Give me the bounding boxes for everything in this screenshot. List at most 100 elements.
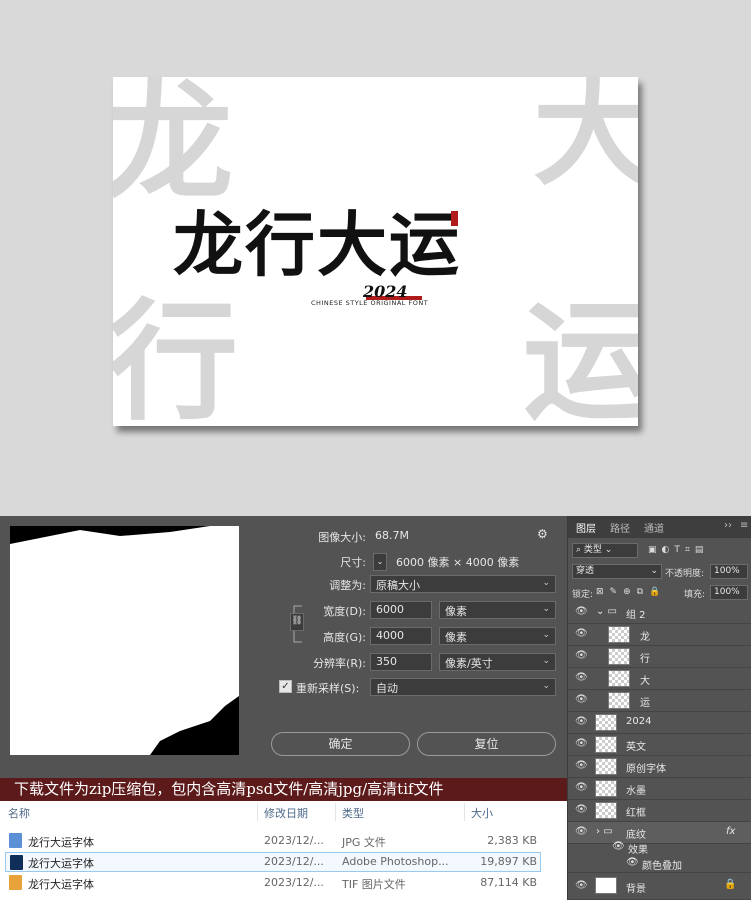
layer-row[interactable]: 👁 行 <box>568 646 751 668</box>
resample-checkbox[interactable]: ✓ <box>279 680 292 693</box>
layers-panel-tabs: 图层 路径 通道 ›› ≡ <box>568 516 751 538</box>
visibility-eye-icon[interactable]: 👁 <box>575 880 588 891</box>
column-header-type[interactable]: 类型 <box>342 805 364 821</box>
layer-thumbnail <box>595 802 617 819</box>
layer-row[interactable]: 👁 红框 <box>568 800 751 822</box>
column-header-modified[interactable]: 修改日期 <box>264 805 308 821</box>
file-type: TIF 图片文件 <box>342 878 406 891</box>
layer-row[interactable]: 👁 水墨 <box>568 778 751 800</box>
column-divider <box>464 803 465 821</box>
file-name: 龙行大运字体 <box>28 878 94 891</box>
layer-row[interactable]: 👁 大 <box>568 668 751 690</box>
visibility-eye-icon[interactable]: 👁 <box>575 672 588 683</box>
tab-paths[interactable]: 路径 <box>610 520 630 535</box>
height-unit-select[interactable]: 像素 ⌄ <box>439 627 556 645</box>
resample-label: 重新采样(S): <box>296 682 360 695</box>
chevron-down-icon: ⌄ <box>542 656 550 666</box>
layer-thumbnail <box>608 626 630 643</box>
artwork-title: 龙行大运 <box>173 203 461 286</box>
layer-filter-select[interactable]: ⌕ 类型 ⌄ <box>572 543 638 558</box>
column-header-name[interactable]: 名称 <box>8 805 30 821</box>
layer-name: 行 <box>640 654 650 665</box>
resample-select[interactable]: 自动 ⌄ <box>370 678 556 696</box>
fx-icon[interactable]: fx <box>726 826 735 837</box>
panel-menu-icon[interactable]: ≡ <box>740 520 748 531</box>
effects-row[interactable]: 👁 效果 <box>568 840 751 857</box>
file-modified: 2023/12/... <box>264 834 324 847</box>
effects-eye-icon[interactable]: 👁 <box>612 841 625 852</box>
visibility-eye-icon[interactable]: 👁 <box>575 628 588 639</box>
width-input[interactable]: 6000 <box>370 601 432 619</box>
layer-row[interactable]: 👁 2024 <box>568 712 751 734</box>
height-unit-value: 像素 <box>445 631 467 644</box>
layer-name: 英文 <box>626 742 646 753</box>
file-row[interactable]: 龙行大运字体 2023/12/... JPG 文件 2,383 KB <box>5 831 541 851</box>
visibility-eye-icon[interactable]: 👁 <box>575 716 588 727</box>
red-seal <box>451 211 458 226</box>
artwork-poster: 龙 行 大 运 龙行大运 2024 CHINESE STYLE ORIGINAL… <box>113 77 638 426</box>
tab-layers[interactable]: 图层 <box>576 520 596 535</box>
group-collapse-icon[interactable]: › ▭ <box>596 826 613 837</box>
dimensions-unit-toggle[interactable]: ⌄ <box>373 553 387 571</box>
background-layer-row[interactable]: 👁 背景 🔒 <box>568 873 751 900</box>
visibility-eye-icon[interactable]: 👁 <box>575 694 588 705</box>
artwork-canvas-area: 龙 行 大 运 龙行大运 2024 CHINESE STYLE ORIGINAL… <box>0 0 751 516</box>
visibility-eye-icon[interactable]: 👁 <box>575 738 588 749</box>
layer-row[interactable]: 👁 运 <box>568 690 751 712</box>
chevron-down-icon: ⌄ <box>542 630 550 640</box>
layer-thumbnail <box>595 780 617 797</box>
width-unit-select[interactable]: 像素 ⌄ <box>439 601 556 619</box>
layer-thumbnail <box>608 648 630 665</box>
jpg-file-icon <box>9 833 22 848</box>
fit-to-select[interactable]: 原稿大小 ⌄ <box>370 575 556 593</box>
layer-name: 原创字体 <box>626 764 666 775</box>
fit-to-label: 调整为: <box>329 579 366 592</box>
lock-label: 锁定: <box>572 590 594 600</box>
layer-filter-value: 类型 <box>583 545 602 555</box>
visibility-eye-icon[interactable]: 👁 <box>575 606 588 617</box>
width-unit-value: 像素 <box>445 605 467 618</box>
visibility-eye-icon[interactable]: 👁 <box>575 804 588 815</box>
layer-thumbnail <box>595 714 617 731</box>
gear-icon[interactable]: ⚙ <box>537 527 548 541</box>
dimensions-value: 6000 像素 × 4000 像素 <box>396 556 520 569</box>
color-overlay-row[interactable]: 👁 颜色叠加 <box>568 856 751 873</box>
resolution-input[interactable]: 350 <box>370 653 432 671</box>
tab-channels[interactable]: 通道 <box>644 520 664 535</box>
visibility-eye-icon[interactable]: 👁 <box>575 760 588 771</box>
group-expand-icon[interactable]: ⌄ ▭ <box>596 606 617 617</box>
overlay-eye-icon[interactable]: 👁 <box>626 857 639 868</box>
filter-icons[interactable]: ▣◐T⌗▤ <box>648 545 708 555</box>
ghost-char-long: 龙 <box>113 77 234 218</box>
blend-mode-value: 穿透 <box>576 566 595 576</box>
visibility-eye-icon[interactable]: 👁 <box>575 782 588 793</box>
column-divider <box>335 803 336 821</box>
fill-input[interactable]: 100% <box>710 585 748 600</box>
visibility-eye-icon[interactable]: 👁 <box>575 826 588 837</box>
blend-mode-select[interactable]: 穿透 ⌄ <box>572 564 662 579</box>
layer-row[interactable]: 👁 英文 <box>568 734 751 756</box>
file-row[interactable]: 龙行大运字体 2023/12/... TIF 图片文件 87,114 KB <box>5 873 541 893</box>
layer-row[interactable]: 👁 龙 <box>568 624 751 646</box>
layer-name: 水墨 <box>626 786 646 797</box>
lock-icons[interactable]: ⊠✎⊕⧉🔒 <box>596 587 666 597</box>
file-type: JPG 文件 <box>342 836 386 849</box>
panel-expand-icon[interactable]: ›› <box>724 520 732 531</box>
reset-button[interactable]: 复位 <box>417 732 556 756</box>
artwork-subtitle: CHINESE STYLE ORIGINAL FONT <box>311 299 429 307</box>
column-header-size[interactable]: 大小 <box>471 805 493 821</box>
background-layer-name: 背景 <box>626 884 646 895</box>
height-label: 高度(G): <box>323 631 366 644</box>
height-input[interactable]: 4000 <box>370 627 432 645</box>
resolution-unit-select[interactable]: 像素/英寸 ⌄ <box>439 653 556 671</box>
layer-name: 运 <box>640 698 650 709</box>
visibility-eye-icon[interactable]: 👁 <box>575 650 588 661</box>
layer-row[interactable]: 👁 原创字体 <box>568 756 751 778</box>
opacity-input[interactable]: 100% <box>710 564 748 579</box>
group-name: 组 2 <box>626 610 646 621</box>
file-name: 龙行大运字体 <box>28 836 94 849</box>
ghost-char-xing: 行 <box>113 285 239 427</box>
file-row-selected[interactable]: 龙行大运字体 2023/12/... Adobe Photoshop... 19… <box>5 852 541 872</box>
ok-button[interactable]: 确定 <box>271 732 410 756</box>
layer-group-row[interactable]: 👁 ⌄ ▭ 组 2 <box>568 602 751 624</box>
